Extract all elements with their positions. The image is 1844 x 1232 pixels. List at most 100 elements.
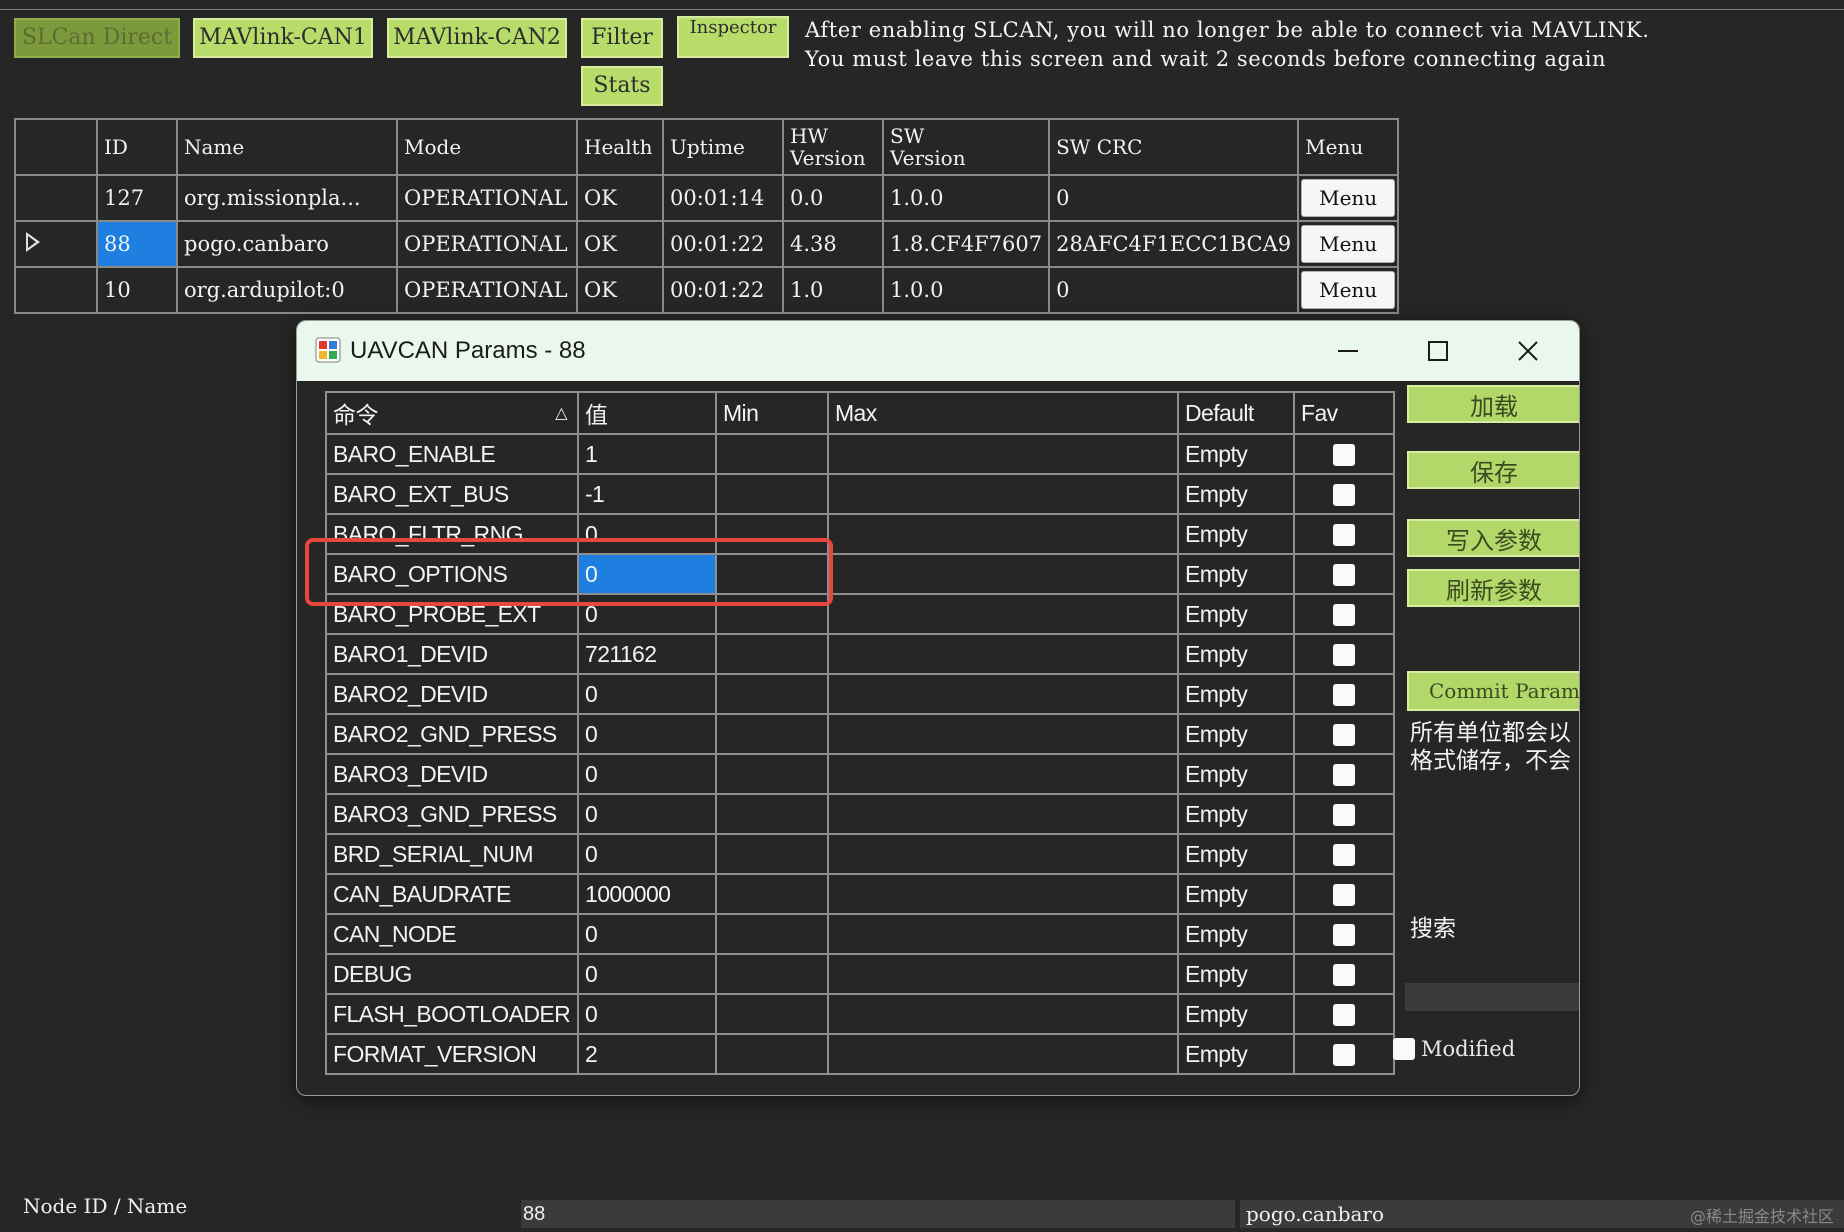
param-fav[interactable] [1293,833,1395,875]
param-max[interactable] [827,553,1179,595]
fav-checkbox[interactable] [1333,1004,1355,1027]
fav-checkbox[interactable] [1333,684,1355,707]
param-value[interactable]: 1000000 [577,873,717,915]
fav-checkbox[interactable] [1333,524,1355,547]
param-name[interactable]: BARO_ENABLE [325,433,579,475]
col-header-default[interactable]: Default [1177,391,1295,435]
param-max[interactable] [827,713,1179,755]
filter-button[interactable]: Filter [581,18,663,58]
node-row[interactable]: 88 pogo.canbaro OPERATIONAL OK 00:01:22 … [14,220,1400,268]
close-button[interactable] [1483,321,1573,381]
fav-checkbox[interactable] [1333,1044,1355,1067]
param-default[interactable]: Empty [1177,873,1295,915]
col-header-uptime[interactable]: Uptime [662,118,784,176]
param-max[interactable] [827,473,1179,515]
col-header-id[interactable]: ID [96,118,178,176]
param-default[interactable]: Empty [1177,713,1295,755]
param-row[interactable]: BARO_ENABLE 1 Empty [325,433,1395,475]
col-header-max[interactable]: Max [827,391,1179,435]
param-row[interactable]: BARO1_DEVID 721162 Empty [325,633,1395,675]
param-fav[interactable] [1293,1033,1395,1075]
load-button[interactable]: 加载 [1407,385,1579,423]
fav-checkbox[interactable] [1333,724,1355,747]
param-max[interactable] [827,993,1179,1035]
param-name[interactable]: BARO3_DEVID [325,753,579,795]
col-header-command[interactable]: 命令 △ [325,391,579,435]
fav-checkbox[interactable] [1333,604,1355,627]
param-value[interactable]: 2 [577,1033,717,1075]
node-menu-button[interactable]: Menu [1301,179,1396,217]
fav-checkbox[interactable] [1333,964,1355,987]
param-name[interactable]: FORMAT_VERSION [325,1033,579,1075]
param-min[interactable] [715,953,829,995]
param-min[interactable] [715,753,829,795]
param-max[interactable] [827,793,1179,835]
col-header-min[interactable]: Min [715,391,829,435]
param-name[interactable]: BARO3_GND_PRESS [325,793,579,835]
param-fav[interactable] [1293,793,1395,835]
col-header-hw-version[interactable]: HW Version [782,118,884,176]
param-default[interactable]: Empty [1177,913,1295,955]
fav-checkbox[interactable] [1333,884,1355,907]
param-default[interactable]: Empty [1177,793,1295,835]
param-fav[interactable] [1293,593,1395,635]
param-min[interactable] [715,793,829,835]
node-row[interactable]: 127 org.missionpla... OPERATIONAL OK 00:… [14,174,1400,222]
param-row[interactable]: FORMAT_VERSION 2 Empty [325,1033,1395,1075]
mavlink-can2-button[interactable]: MAVlink-CAN2 [387,18,567,58]
commit-params-button[interactable]: Commit Params [1407,671,1579,711]
param-default[interactable]: Empty [1177,593,1295,635]
col-header-menu[interactable]: Menu [1297,118,1400,176]
param-default[interactable]: Empty [1177,473,1295,515]
param-default[interactable]: Empty [1177,1033,1295,1075]
param-min[interactable] [715,1033,829,1075]
param-fav[interactable] [1293,913,1395,955]
param-min[interactable] [715,993,829,1035]
param-row[interactable]: BARO2_DEVID 0 Empty [325,673,1395,715]
param-fav[interactable] [1293,873,1395,915]
param-row[interactable]: FLASH_BOOTLOADER 0 Empty [325,993,1395,1035]
param-fav[interactable] [1293,993,1395,1035]
param-min[interactable] [715,873,829,915]
param-value[interactable]: 1 [577,433,717,475]
param-default[interactable]: Empty [1177,633,1295,675]
mavlink-can1-button[interactable]: MAVlink-CAN1 [193,18,373,58]
param-value[interactable]: -1 [577,473,717,515]
minimize-button[interactable] [1303,321,1393,381]
param-max[interactable] [827,753,1179,795]
param-row[interactable]: BARO_EXT_BUS -1 Empty [325,473,1395,515]
param-name[interactable]: CAN_NODE [325,913,579,955]
refresh-params-button[interactable]: 刷新参数 [1407,569,1579,607]
save-button[interactable]: 保存 [1407,451,1579,489]
fav-checkbox[interactable] [1333,844,1355,867]
param-min[interactable] [715,673,829,715]
param-row[interactable]: BARO3_DEVID 0 Empty [325,753,1395,795]
param-value[interactable]: 0 [577,713,717,755]
fav-checkbox[interactable] [1333,764,1355,787]
param-min[interactable] [715,433,829,475]
param-value[interactable]: 0 [577,993,717,1035]
inspector-button[interactable]: Inspector [677,16,789,58]
param-fav[interactable] [1293,513,1395,555]
param-name[interactable]: BARO2_DEVID [325,673,579,715]
param-max[interactable] [827,1033,1179,1075]
param-fav[interactable] [1293,953,1395,995]
node-menu-button[interactable]: Menu [1301,225,1396,263]
param-value[interactable]: 721162 [577,633,717,675]
param-row[interactable]: BRD_SERIAL_NUM 0 Empty [325,833,1395,875]
param-name[interactable]: DEBUG [325,953,579,995]
param-default[interactable]: Empty [1177,513,1295,555]
fav-checkbox[interactable] [1333,644,1355,667]
param-value[interactable]: 0 [577,833,717,875]
param-value[interactable]: 0 [577,953,717,995]
col-header-value[interactable]: 值 [577,391,717,435]
col-header-sw-crc[interactable]: SW CRC [1048,118,1300,176]
fav-checkbox[interactable] [1333,484,1355,507]
node-row[interactable]: 10 org.ardupilot:0 OPERATIONAL OK 00:01:… [14,266,1400,314]
col-header-health[interactable]: Health [576,118,664,176]
fav-checkbox[interactable] [1333,444,1355,467]
col-header-mode[interactable]: Mode [396,118,578,176]
param-max[interactable] [827,913,1179,955]
write-params-button[interactable]: 写入参数 [1407,519,1579,557]
param-max[interactable] [827,513,1179,555]
